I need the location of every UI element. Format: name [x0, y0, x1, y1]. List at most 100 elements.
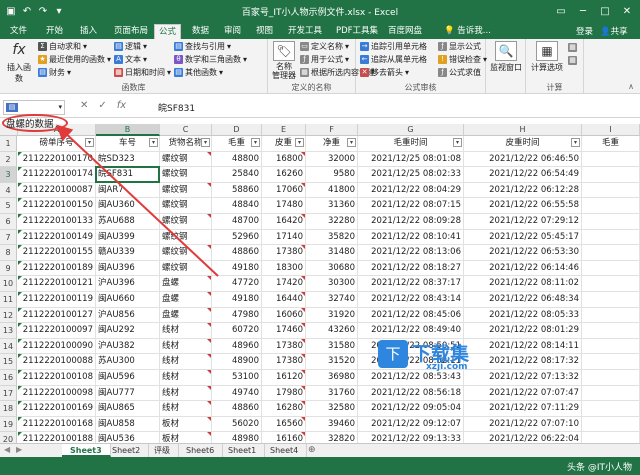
- tell-me-box[interactable]: 💡 告诉我...: [440, 24, 495, 39]
- header-cell[interactable]: 净重 ▾: [306, 136, 358, 152]
- row-header[interactable]: 11: [0, 292, 17, 308]
- table-cell[interactable]: [582, 354, 640, 370]
- table-cell[interactable]: 2021/12/22 08:56:18: [358, 385, 464, 402]
- table-cell[interactable]: 16560: [262, 416, 306, 433]
- table-cell[interactable]: 31580: [306, 338, 358, 355]
- table-cell[interactable]: 沪AU396: [96, 276, 160, 292]
- table-cell[interactable]: 2021/12/22 06:12:28: [464, 182, 582, 199]
- table-cell[interactable]: 2021/12/22 07:29:12: [464, 214, 582, 230]
- table-cell[interactable]: 线材: [160, 338, 212, 355]
- table-cell[interactable]: 16120: [262, 370, 306, 386]
- table-cell[interactable]: 盘螺: [160, 307, 212, 324]
- table-cell[interactable]: 43260: [306, 323, 358, 339]
- row-header[interactable]: 10: [0, 276, 17, 292]
- row-header[interactable]: 6: [0, 214, 17, 230]
- table-cell[interactable]: 32280: [306, 214, 358, 230]
- sheet-tab-sheet1[interactable]: Sheet1: [220, 444, 266, 457]
- tab-developer[interactable]: 开发工具: [284, 24, 326, 39]
- table-cell[interactable]: [582, 260, 640, 277]
- table-cell[interactable]: [582, 338, 640, 355]
- chevron-down-icon[interactable]: ▾: [58, 101, 62, 114]
- tab-page-layout[interactable]: 页面布局: [110, 24, 152, 39]
- tab-view[interactable]: 视图: [252, 24, 277, 39]
- table-cell[interactable]: 2112220100150: [18, 198, 96, 214]
- filter-dropdown-icon[interactable]: ▾: [201, 138, 210, 147]
- recent-functions-button[interactable]: ★ 最近使用的函数 ▾: [38, 54, 111, 65]
- column-header-h[interactable]: H: [464, 124, 582, 136]
- filter-dropdown-icon[interactable]: ▾: [453, 138, 462, 147]
- table-cell[interactable]: 闽AU660: [96, 292, 160, 308]
- table-cell[interactable]: 17420: [262, 276, 306, 292]
- trace-dependents-button[interactable]: ← 追踪从属单元格: [360, 54, 427, 65]
- tab-insert[interactable]: 插入: [76, 24, 101, 39]
- table-cell[interactable]: 2112220100108: [18, 370, 96, 386]
- table-cell[interactable]: [582, 292, 640, 308]
- table-cell[interactable]: 17060: [262, 182, 306, 199]
- table-cell[interactable]: 螺纹钢: [160, 229, 212, 246]
- row-header[interactable]: 13: [0, 323, 17, 339]
- table-cell[interactable]: 9580: [306, 167, 358, 183]
- close-button[interactable]: ✕: [616, 3, 638, 19]
- table-cell[interactable]: 2021/12/22 08:18:27: [358, 260, 464, 277]
- table-cell[interactable]: 2021/12/22 08:09:28: [358, 214, 464, 230]
- table-cell[interactable]: [582, 151, 640, 168]
- table-cell[interactable]: [582, 198, 640, 214]
- table-cell[interactable]: 2021/12/22 06:53:30: [464, 245, 582, 261]
- table-cell[interactable]: 2021/12/22 06:48:34: [464, 292, 582, 308]
- table-cell[interactable]: 32740: [306, 292, 358, 308]
- table-cell[interactable]: 16060: [262, 307, 306, 324]
- logical-button[interactable]: ▤ 逻辑 ▾: [114, 41, 147, 52]
- table-cell[interactable]: 2021/12/22 07:07:10: [464, 416, 582, 433]
- column-header-e[interactable]: E: [262, 124, 306, 136]
- table-cell[interactable]: 16800: [262, 151, 306, 168]
- table-cell[interactable]: 线材: [160, 370, 212, 386]
- table-cell[interactable]: 沪AU856: [96, 307, 160, 324]
- table-cell[interactable]: 2112220100121: [18, 276, 96, 292]
- table-cell[interactable]: 2112220100097: [18, 323, 96, 339]
- table-cell[interactable]: 48840: [212, 198, 262, 214]
- table-cell[interactable]: 2021/12/22 06:14:46: [464, 260, 582, 277]
- tab-pdf-tools[interactable]: PDF工具集: [332, 24, 382, 39]
- table-cell[interactable]: 赣AU339: [96, 245, 160, 261]
- maximize-button[interactable]: □: [594, 3, 616, 19]
- table-cell[interactable]: [582, 245, 640, 261]
- table-cell[interactable]: [582, 182, 640, 199]
- insert-function-button[interactable]: fx 插入函数: [4, 41, 34, 84]
- watch-window-button[interactable]: 🔍 监视窗口: [490, 41, 522, 73]
- table-cell[interactable]: 48700: [212, 214, 262, 230]
- table-cell[interactable]: 螺纹钢: [160, 214, 212, 230]
- table-cell[interactable]: 30680: [306, 260, 358, 277]
- header-cell[interactable]: 皮重时间 ▾: [464, 136, 582, 152]
- table-cell[interactable]: 闽AU596: [96, 370, 160, 386]
- row-header[interactable]: 5: [0, 198, 17, 214]
- table-cell[interactable]: 闽AU777: [96, 385, 160, 402]
- table-cell[interactable]: 17140: [262, 229, 306, 246]
- table-cell[interactable]: 螺纹钢: [160, 151, 212, 168]
- table-cell[interactable]: [582, 276, 640, 292]
- table-cell[interactable]: 17380: [262, 245, 306, 261]
- table-cell[interactable]: 闽AR7: [96, 182, 160, 199]
- calc-now-icon[interactable]: ▦: [568, 43, 577, 52]
- share-button[interactable]: 👤共享: [600, 25, 628, 37]
- sheet-tab-sheet2[interactable]: Sheet2: [104, 444, 150, 457]
- filter-dropdown-icon[interactable]: ▾: [571, 138, 580, 147]
- login-link[interactable]: 登录: [576, 25, 593, 37]
- row-header[interactable]: 14: [0, 338, 17, 355]
- table-cell[interactable]: 2112220100098: [18, 385, 96, 402]
- table-cell[interactable]: 线材: [160, 323, 212, 339]
- ribbon-display-icon[interactable]: ▭: [550, 3, 572, 19]
- tab-file[interactable]: 文件: [6, 24, 31, 39]
- table-cell[interactable]: 2021/12/22 09:05:04: [358, 401, 464, 417]
- table-cell[interactable]: 2112220100170: [18, 151, 96, 168]
- trace-precedents-button[interactable]: → 追踪引用单元格: [360, 41, 427, 52]
- name-box[interactable]: ▤ ▾: [3, 100, 65, 115]
- column-header-i[interactable]: I: [582, 124, 640, 136]
- table-cell[interactable]: 沪AU382: [96, 338, 160, 355]
- filter-dropdown-icon[interactable]: ▾: [347, 138, 356, 147]
- table-cell[interactable]: 32000: [306, 151, 358, 168]
- table-cell[interactable]: 39460: [306, 416, 358, 433]
- table-cell[interactable]: 16280: [262, 401, 306, 417]
- column-header-b[interactable]: B: [96, 124, 160, 136]
- use-in-formula-button[interactable]: ƒ 用于公式 ▾: [300, 54, 349, 65]
- tab-data[interactable]: 数据: [188, 24, 213, 39]
